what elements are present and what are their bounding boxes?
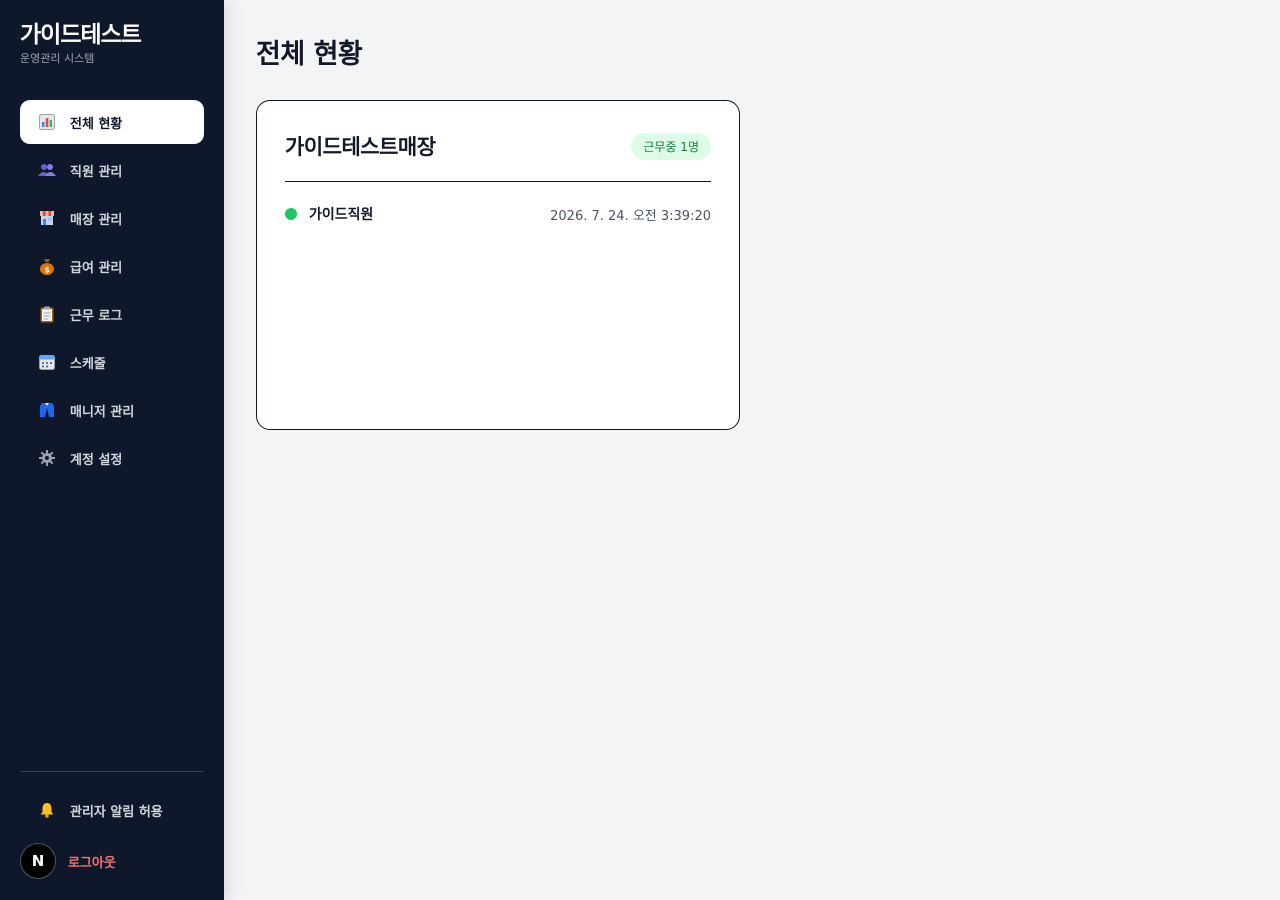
store-card-header: 가이드테스트매장 근무중 1명 bbox=[285, 129, 711, 163]
money-bag-icon: $ bbox=[38, 257, 56, 275]
sidebar-item-account-settings[interactable]: 계정 설정 bbox=[20, 436, 204, 480]
sidebar-item-label: 매장 관리 bbox=[70, 212, 123, 228]
sidebar-item-store[interactable]: 매장 관리 bbox=[20, 196, 204, 240]
store-icon bbox=[38, 209, 56, 227]
sidebar-item-label: 급여 관리 bbox=[70, 260, 123, 276]
sidebar-divider bbox=[20, 771, 204, 772]
sidebar-item-label: 매니저 관리 bbox=[70, 404, 135, 420]
calendar-icon bbox=[38, 353, 56, 371]
sidebar-item-worklog[interactable]: 근무 로그 bbox=[20, 292, 204, 336]
user-row: N 로그아웃 bbox=[20, 843, 116, 879]
sidebar-item-overview[interactable]: 전체 현황 bbox=[20, 100, 204, 144]
admin-notification-toggle[interactable]: 관리자 알림 허용 bbox=[20, 788, 204, 832]
status-dot-icon bbox=[285, 208, 297, 220]
svg-text:$: $ bbox=[44, 265, 50, 274]
brand: 가이드테스트 운영관리 시스템 bbox=[20, 21, 142, 66]
page-title: 전체 현황 bbox=[256, 39, 363, 70]
sidebar-item-label: 계정 설정 bbox=[70, 452, 123, 468]
sidebar-item-staff[interactable]: 직원 관리 bbox=[20, 148, 204, 192]
gear-icon bbox=[38, 449, 56, 467]
staff-clock-in-time: 2026. 7. 24. 오전 3:39:20 bbox=[550, 208, 711, 224]
sidebar: 가이드테스트 운영관리 시스템 전체 현황 직원 관리 매장 관리 $ 급여 관… bbox=[0, 0, 224, 900]
store-card-divider bbox=[285, 181, 711, 182]
sidebar-item-label: 스케줄 bbox=[70, 356, 106, 372]
sidebar-item-managers[interactable]: 매니저 관리 bbox=[20, 388, 204, 432]
avatar[interactable]: N bbox=[20, 843, 56, 879]
bell-icon bbox=[38, 801, 56, 819]
brand-title: 가이드테스트 bbox=[20, 22, 142, 48]
bar-chart-icon bbox=[38, 113, 56, 131]
suit-icon bbox=[38, 401, 56, 419]
store-name: 가이드테스트매장 bbox=[285, 135, 436, 159]
sidebar-item-label: 직원 관리 bbox=[70, 164, 123, 180]
staff-name: 가이드직원 bbox=[309, 207, 374, 223]
clipboard-icon bbox=[38, 305, 56, 323]
sidebar-item-label: 근무 로그 bbox=[70, 308, 123, 324]
staff-info: 가이드직원 bbox=[285, 204, 373, 224]
logout-button[interactable]: 로그아웃 bbox=[68, 852, 116, 871]
sidebar-item-label: 전체 현황 bbox=[70, 116, 123, 132]
working-count-badge: 근무중 1명 bbox=[631, 132, 711, 160]
sidebar-item-payroll[interactable]: $ 급여 관리 bbox=[20, 244, 204, 288]
list-item: 가이드직원 2026. 7. 24. 오전 3:39:20 bbox=[285, 203, 711, 225]
users-icon bbox=[38, 161, 56, 179]
store-card: 가이드테스트매장 근무중 1명 가이드직원 2026. 7. 24. 오전 3:… bbox=[256, 100, 740, 430]
admin-notification-label: 관리자 알림 허용 bbox=[70, 804, 163, 820]
sidebar-nav: 전체 현황 직원 관리 매장 관리 $ 급여 관리 근무 로그 스케줄 매니저 … bbox=[20, 100, 204, 484]
sidebar-item-schedule[interactable]: 스케줄 bbox=[20, 340, 204, 384]
brand-subtitle: 운영관리 시스템 bbox=[20, 52, 95, 65]
